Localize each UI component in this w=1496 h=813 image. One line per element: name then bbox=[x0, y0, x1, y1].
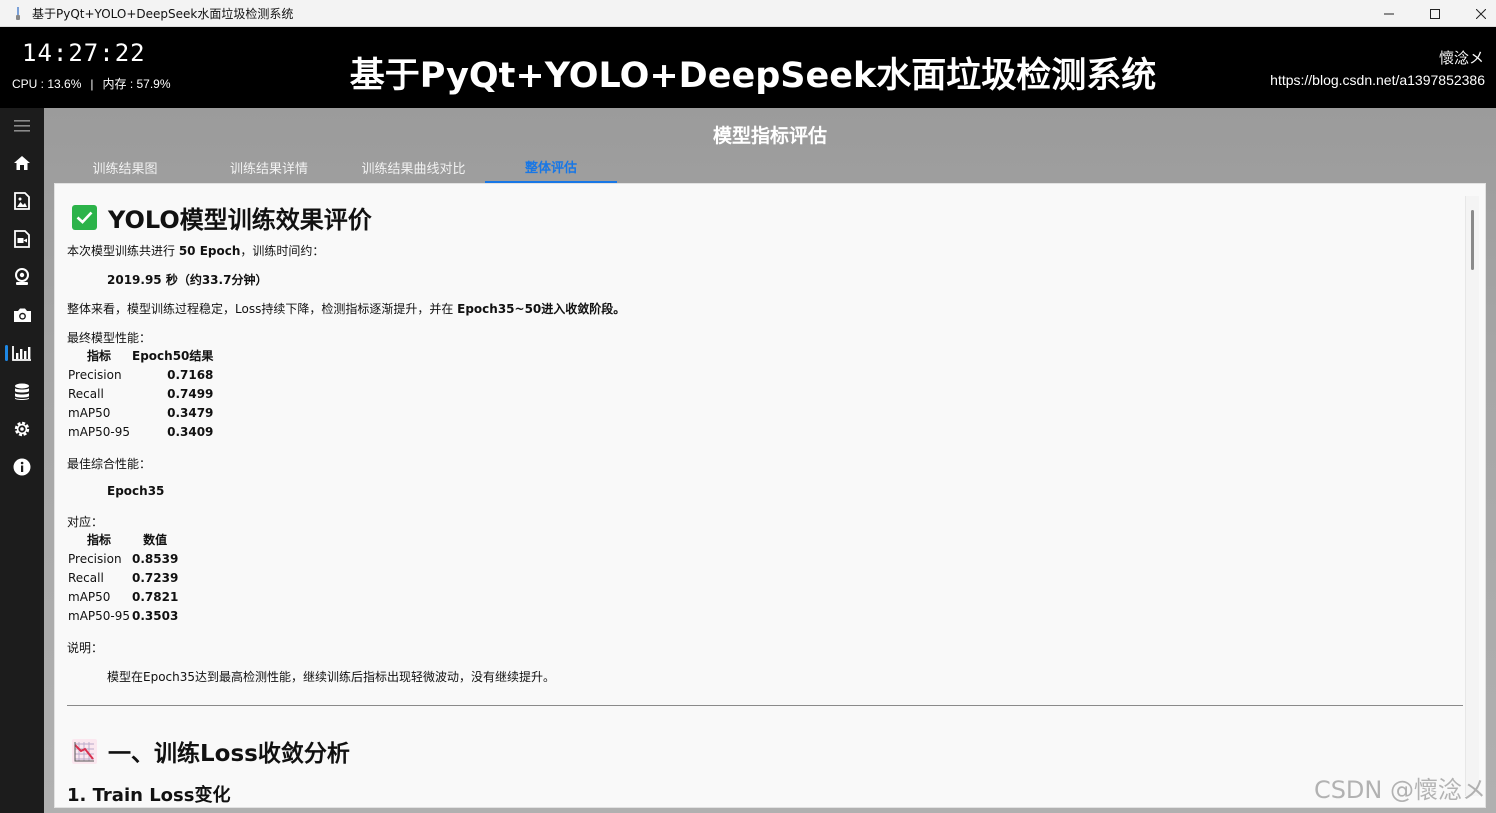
best-metrics-table: 指标 数值 Precision 0.8539 Recall 0.7239 mAP50… bbox=[67, 530, 179, 625]
sidebar-item-camera[interactable] bbox=[0, 299, 44, 331]
info-icon bbox=[13, 458, 31, 476]
metric-value: 0.3503 bbox=[132, 608, 179, 623]
scrollbar-thumb[interactable] bbox=[1471, 210, 1474, 270]
check-icon bbox=[72, 205, 97, 230]
menu-icon bbox=[14, 120, 30, 132]
content-area: 模型指标评估 训练结果图 训练结果详情 训练结果曲线对比 整体评估 YOLO模型… bbox=[44, 108, 1496, 813]
metric-name: mAP50-95 bbox=[68, 608, 131, 623]
sidebar-item-home[interactable] bbox=[0, 147, 44, 179]
sidebar-item-image[interactable] bbox=[0, 185, 44, 217]
report-heading: YOLO模型训练效果评价 bbox=[72, 200, 372, 235]
sidebar-item-database[interactable] bbox=[0, 376, 44, 408]
metric-name: Precision bbox=[68, 367, 122, 382]
tab-training-result-details[interactable]: 训练结果详情 bbox=[196, 152, 342, 183]
tab-training-result-chart[interactable]: 训练结果图 bbox=[54, 152, 196, 183]
webcam-icon bbox=[15, 268, 29, 285]
training-summary: 整体来看，模型训练过程稳定，Loss持续下降，检测指标逐渐提升，并在 Epoch… bbox=[67, 300, 625, 317]
table-row: mAP50-95 0.3409 bbox=[67, 422, 214, 441]
table-header: 指标 bbox=[87, 533, 112, 547]
bar-chart-icon bbox=[12, 346, 31, 361]
intro-prefix: 本次模型训练共进行 bbox=[67, 244, 179, 258]
table-header: 指标 bbox=[87, 349, 112, 363]
summary-prefix: 整体来看，模型训练过程稳定，Loss持续下降，检测指标逐渐提升，并在 bbox=[67, 302, 458, 316]
report-heading-text: YOLO模型训练效果评价 bbox=[108, 206, 372, 234]
minimize-button[interactable] bbox=[1366, 0, 1412, 27]
section-loss-heading-text: 一、训练Loss收敛分析 bbox=[108, 741, 350, 767]
summary-convergence: Epoch35~50进入收敛阶段。 bbox=[457, 302, 626, 316]
image-icon bbox=[14, 192, 30, 210]
metric-name: Recall bbox=[68, 570, 104, 585]
section-divider bbox=[67, 705, 1463, 706]
table-row: Recall 0.7499 bbox=[67, 384, 214, 403]
note-label: 说明： bbox=[67, 641, 104, 655]
maximize-icon bbox=[1430, 8, 1440, 19]
intro-epochs: 50 Epoch bbox=[178, 244, 241, 258]
table-header-row: 指标 Epoch50结果 bbox=[67, 346, 214, 365]
camera-icon bbox=[13, 308, 31, 322]
best-performance-label: 最佳综合性能： bbox=[67, 457, 152, 471]
database-icon bbox=[15, 383, 29, 400]
sidebar-menu-toggle[interactable] bbox=[0, 110, 44, 142]
chart-decreasing-icon bbox=[72, 738, 97, 764]
sidebar-item-evaluation[interactable] bbox=[0, 337, 44, 369]
table-header: 数值 bbox=[143, 533, 168, 547]
table-row: mAP50 0.3479 bbox=[67, 403, 214, 422]
metric-name: mAP50-95 bbox=[68, 424, 131, 439]
best-epoch: Epoch35 bbox=[107, 484, 165, 498]
tab-bar: 训练结果图 训练结果详情 训练结果曲线对比 整体评估 bbox=[54, 152, 617, 183]
table-header: Epoch50结果 bbox=[132, 349, 214, 363]
table-row: mAP50-95 0.3503 bbox=[67, 606, 179, 625]
table-row: Precision 0.7168 bbox=[67, 365, 214, 384]
csdn-watermark: CSDN @懷淰メ bbox=[1313, 776, 1486, 804]
window-title: 基于PyQt+YOLO+DeepSeek水面垃圾检测系统 bbox=[32, 6, 294, 21]
maximize-button[interactable] bbox=[1412, 0, 1458, 27]
final-metrics-table: 指标 Epoch50结果 Precision 0.7168 Recall 0.749… bbox=[67, 346, 214, 441]
app-icon bbox=[14, 6, 22, 20]
sidebar-item-webcam[interactable] bbox=[0, 261, 44, 293]
metric-value: 0.7239 bbox=[132, 570, 179, 585]
vertical-scrollbar[interactable] bbox=[1465, 196, 1479, 796]
close-icon bbox=[1476, 8, 1486, 19]
home-icon bbox=[14, 156, 30, 170]
author-name: 懷淰メ bbox=[1438, 49, 1484, 67]
table-row: mAP50 0.7821 bbox=[67, 587, 179, 606]
metric-name: Recall bbox=[68, 386, 104, 401]
table-row: Precision 0.8539 bbox=[67, 549, 179, 568]
metric-value: 0.7168 bbox=[167, 367, 214, 382]
final-performance-label: 最终模型性能： bbox=[67, 331, 152, 345]
sidebar-item-video[interactable] bbox=[0, 223, 44, 255]
table-row: Recall 0.7239 bbox=[67, 568, 179, 587]
metric-value: 0.3479 bbox=[167, 405, 214, 420]
tab-overall-evaluation[interactable]: 整体评估 bbox=[485, 152, 617, 183]
minimize-icon bbox=[1384, 13, 1394, 14]
settings-icon bbox=[14, 421, 30, 437]
corresponding-label: 对应： bbox=[67, 515, 104, 529]
sidebar bbox=[0, 108, 44, 813]
train-loss-subheading: 1. Train Loss变化 bbox=[67, 785, 231, 806]
tab-training-curve-compare[interactable]: 训练结果曲线对比 bbox=[342, 152, 485, 183]
table-header-row: 指标 数值 bbox=[67, 530, 179, 549]
page-title: 模型指标评估 bbox=[712, 125, 827, 147]
close-button[interactable] bbox=[1458, 0, 1496, 27]
app-header: 14:27:22 CPU : 13.6% | 内存 : 57.9% 基于PyQt+Y… bbox=[0, 27, 1496, 108]
metric-name: Precision bbox=[68, 551, 122, 566]
evaluation-report-panel[interactable]: YOLO模型训练效果评价 本次模型训练共进行 50 Epoch，训练时间约： 2… bbox=[54, 183, 1486, 808]
training-duration: 2019.95 秒（约33.7分钟） bbox=[107, 273, 268, 287]
sidebar-item-settings[interactable] bbox=[0, 413, 44, 445]
section-loss-heading: 一、训练Loss收敛分析 bbox=[72, 734, 350, 768]
video-icon bbox=[14, 230, 30, 248]
metric-value: 0.7499 bbox=[167, 386, 214, 401]
note-text: 模型在Epoch35达到最高检测性能，继续训练后指标出现轻微波动，没有继续提升。 bbox=[107, 670, 556, 684]
window-titlebar: 基于PyQt+YOLO+DeepSeek水面垃圾检测系统 bbox=[0, 0, 1496, 27]
intro-suffix: ，训练时间约： bbox=[240, 244, 325, 258]
metric-name: mAP50 bbox=[68, 589, 111, 604]
metric-name: mAP50 bbox=[68, 405, 111, 420]
metric-value: 0.3409 bbox=[167, 424, 214, 439]
metric-value: 0.7821 bbox=[132, 589, 179, 604]
metric-value: 0.8539 bbox=[132, 551, 179, 566]
training-intro: 本次模型训练共进行 50 Epoch，训练时间约： bbox=[67, 242, 324, 259]
blog-link[interactable]: https://blog.csdn.net/a1397852386 bbox=[1270, 72, 1485, 88]
sidebar-item-info[interactable] bbox=[0, 451, 44, 483]
